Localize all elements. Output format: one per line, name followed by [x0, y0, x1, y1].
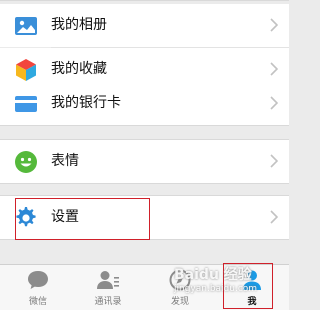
- menu-item-album[interactable]: 我的相册: [0, 4, 289, 47]
- baidu-jingyan-watermark: Baidu 经验 jingyan.baidu.com: [168, 264, 280, 304]
- contacts-icon: [97, 271, 119, 289]
- photo-album-icon: [15, 17, 37, 35]
- favorites-cube-icon: [16, 59, 36, 81]
- menu-item-label: 我的相册: [51, 17, 107, 33]
- watermark-url: jingyan.baidu.com: [174, 284, 258, 294]
- settings-highlight-box: [15, 198, 150, 240]
- chevron-right-icon: [270, 18, 278, 32]
- menu-item-stickers[interactable]: 表情: [0, 140, 289, 183]
- watermark-brand: Baidu 经验: [174, 267, 252, 283]
- section-bottom-line: [0, 125, 289, 126]
- menu-item-label: 我的银行卡: [51, 95, 121, 111]
- chevron-right-icon: [270, 96, 278, 110]
- chevron-right-icon: [270, 154, 278, 168]
- tab-label: 通讯录: [94, 297, 122, 307]
- bank-card-icon: [15, 96, 37, 112]
- section-top-line: [0, 0, 289, 1]
- chevron-right-icon: [270, 210, 278, 224]
- menu-item-label: 表情: [51, 153, 79, 169]
- menu-item-bank-card-content[interactable]: 我的银行卡: [0, 82, 289, 125]
- tab-contacts[interactable]: 通讯录: [72, 265, 144, 310]
- chat-bubble-icon: [28, 271, 48, 289]
- smiley-face-icon: [15, 151, 37, 173]
- section-bottom-line: [0, 183, 289, 184]
- tab-chats[interactable]: 微信: [2, 265, 74, 310]
- chevron-right-icon: [270, 62, 278, 76]
- tab-label: 微信: [28, 297, 47, 307]
